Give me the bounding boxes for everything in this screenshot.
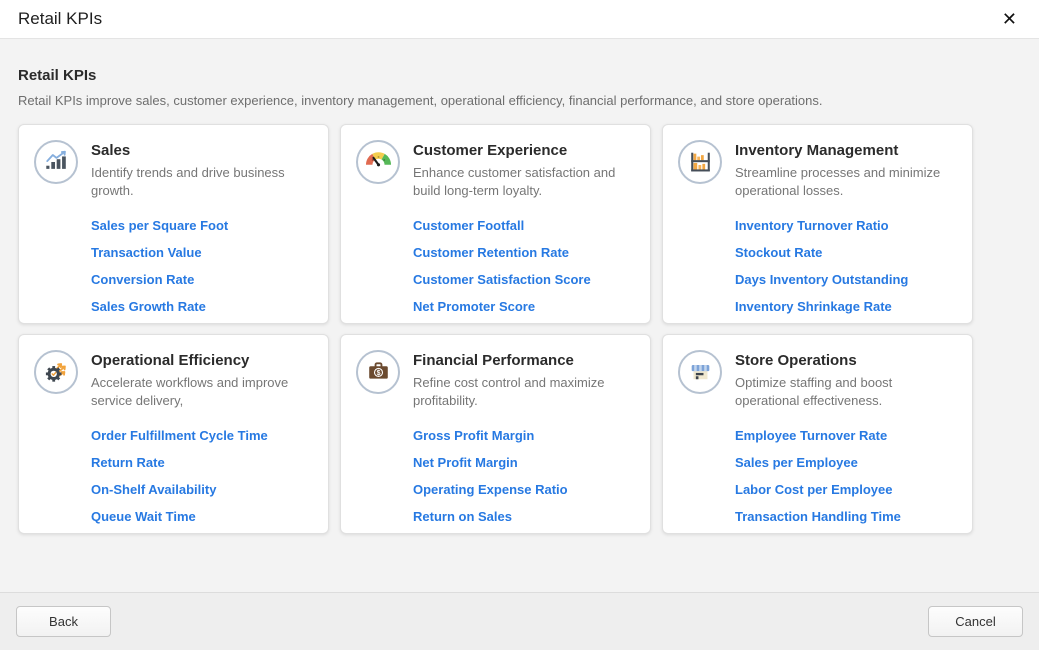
card-title: Inventory Management	[735, 142, 957, 159]
kpi-card-customer-experience: Customer Experience Enhance customer sat…	[340, 124, 651, 324]
kpi-card-financial-performance: $ Financial Performance Refine cost cont…	[340, 334, 651, 534]
kpi-link[interactable]: Gross Profit Margin	[413, 428, 534, 443]
warehouse-shelf-icon	[687, 149, 714, 175]
kpi-link[interactable]: Employee Turnover Rate	[735, 428, 887, 443]
kpi-link[interactable]: Inventory Shrinkage Rate	[735, 299, 892, 314]
section-subtitle: Retail KPIs improve sales, customer expe…	[18, 93, 1021, 108]
sales-icon-ring	[34, 140, 78, 184]
kpi-card-inventory-management: Inventory Management Streamline processe…	[662, 124, 973, 324]
kpi-link[interactable]: Customer Satisfaction Score	[413, 272, 591, 287]
kpi-card-sales: Sales Identify trends and drive business…	[18, 124, 329, 324]
kpi-link[interactable]: Sales Growth Rate	[91, 299, 206, 314]
kpi-link[interactable]: Inventory Turnover Ratio	[735, 218, 889, 233]
kpi-link[interactable]: Conversion Rate	[91, 272, 194, 287]
kpi-link-list: Sales per Square Foot Transaction Value …	[91, 217, 313, 316]
card-description: Identify trends and drive business growt…	[91, 164, 313, 200]
briefcase-dollar-icon: $	[365, 359, 392, 385]
inventory-icon-ring	[678, 140, 722, 184]
kpi-link[interactable]: Sales per Employee	[735, 455, 858, 470]
kpi-link-list: Order Fulfillment Cycle Time Return Rate…	[91, 427, 313, 526]
kpi-link[interactable]: Customer Retention Rate	[413, 245, 569, 260]
cancel-button[interactable]: Cancel	[928, 606, 1023, 637]
satisfaction-gauge-icon	[365, 149, 392, 175]
close-icon[interactable]: ✕	[996, 6, 1023, 32]
kpi-link[interactable]: Net Promoter Score	[413, 299, 535, 314]
kpi-link[interactable]: Transaction Handling Time	[735, 509, 901, 524]
dialog-content: Retail KPIs Retail KPIs improve sales, c…	[0, 39, 1039, 534]
kpi-link[interactable]: Return Rate	[91, 455, 165, 470]
kpi-link[interactable]: Queue Wait Time	[91, 509, 196, 524]
kpi-link[interactable]: Operating Expense Ratio	[413, 482, 568, 497]
kpi-link[interactable]: Labor Cost per Employee	[735, 482, 892, 497]
kpi-card-store-operations: Store Operations Optimize staffing and b…	[662, 334, 973, 534]
section-title: Retail KPIs	[18, 67, 1021, 84]
dialog-titlebar: Retail KPIs ✕	[0, 0, 1039, 39]
card-description: Refine cost control and maximize profita…	[413, 374, 635, 410]
retail-kpis-dialog: Retail KPIs ✕ Retail KPIs Retail KPIs im…	[0, 0, 1039, 650]
kpi-link[interactable]: Return on Sales	[413, 509, 512, 524]
kpi-link[interactable]: Customer Footfall	[413, 218, 524, 233]
kpi-link[interactable]: Transaction Value	[91, 245, 202, 260]
kpi-link-list: Inventory Turnover Ratio Stockout Rate D…	[735, 217, 957, 316]
card-description: Streamline processes and minimize operat…	[735, 164, 957, 200]
kpi-link[interactable]: On-Shelf Availability	[91, 482, 216, 497]
kpi-link-list: Customer Footfall Customer Retention Rat…	[413, 217, 635, 316]
card-title: Customer Experience	[413, 142, 635, 159]
operational-efficiency-icon-ring	[34, 350, 78, 394]
dialog-footer: Back Cancel	[0, 592, 1039, 650]
card-title: Store Operations	[735, 352, 957, 369]
card-title: Sales	[91, 142, 313, 159]
kpi-link-list: Employee Turnover Rate Sales per Employe…	[735, 427, 957, 526]
svg-text:$: $	[376, 370, 380, 377]
kpi-link[interactable]: Sales per Square Foot	[91, 218, 228, 233]
gear-arrows-icon	[43, 359, 70, 385]
customer-experience-icon-ring	[356, 140, 400, 184]
kpi-link[interactable]: Days Inventory Outstanding	[735, 272, 908, 287]
dialog-title: Retail KPIs	[18, 9, 102, 29]
store-operations-icon-ring	[678, 350, 722, 394]
storefront-icon	[687, 359, 714, 385]
back-button[interactable]: Back	[16, 606, 111, 637]
card-title: Operational Efficiency	[91, 352, 313, 369]
kpi-link-list: Gross Profit Margin Net Profit Margin Op…	[413, 427, 635, 526]
kpi-link[interactable]: Net Profit Margin	[413, 455, 518, 470]
card-title: Financial Performance	[413, 352, 635, 369]
kpi-link[interactable]: Stockout Rate	[735, 245, 822, 260]
financial-performance-icon-ring: $	[356, 350, 400, 394]
card-description: Enhance customer satisfaction and build …	[413, 164, 635, 200]
trend-chart-icon	[43, 149, 70, 175]
kpi-link[interactable]: Order Fulfillment Cycle Time	[91, 428, 268, 443]
kpi-card-operational-efficiency: Operational Efficiency Accelerate workfl…	[18, 334, 329, 534]
kpi-card-grid: Sales Identify trends and drive business…	[18, 124, 1021, 534]
card-description: Optimize staffing and boost operational …	[735, 374, 957, 410]
card-description: Accelerate workflows and improve service…	[91, 374, 313, 410]
